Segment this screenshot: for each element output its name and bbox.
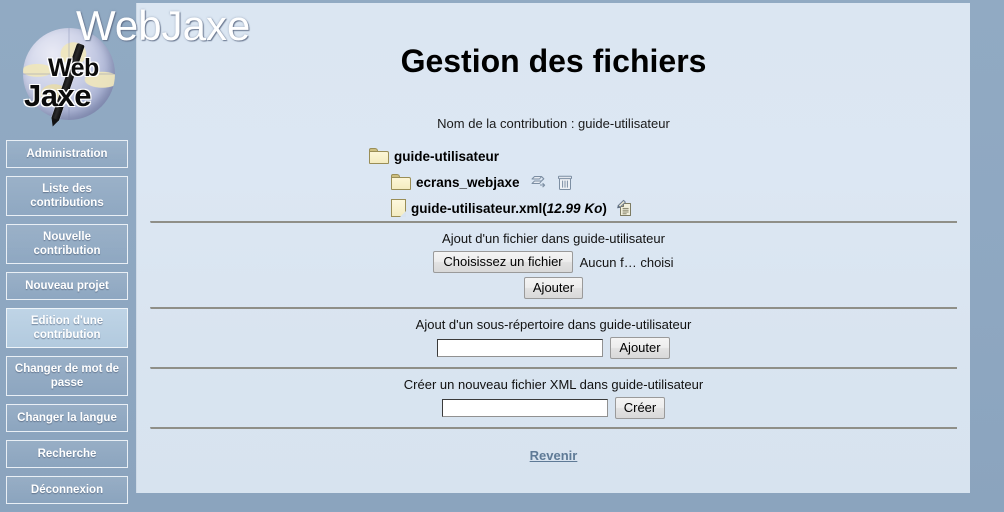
- sidebar-item-label: Recherche: [38, 448, 97, 460]
- tree-row: guide-utilisateur.xml (12.99 Ko): [369, 195, 970, 221]
- add-file-label: Ajout d'un fichier dans guide-utilisateu…: [137, 223, 970, 251]
- add-file-section: Ajout d'un fichier dans guide-utilisateu…: [137, 223, 970, 307]
- file-icon: [391, 199, 406, 217]
- xml-filename-input[interactable]: [442, 399, 608, 417]
- logo-word-jaxe: Jaxe: [24, 78, 91, 114]
- tree-item-label: guide-utilisateur: [394, 149, 499, 164]
- sidebar-item-label: Nouvelle contribution: [33, 231, 100, 257]
- subdirectory-name-input[interactable]: [437, 339, 603, 357]
- back-link[interactable]: Revenir: [530, 448, 578, 463]
- create-xml-section: Créer un nouveau fichier XML dans guide-…: [137, 369, 970, 427]
- sidebar-item-changer-la-langue[interactable]: Changer la langue: [6, 404, 128, 432]
- move-rename-icon[interactable]: [530, 174, 547, 191]
- folder-icon: [369, 148, 389, 164]
- sidebar-item-label: Changer de mot de passe: [15, 363, 119, 389]
- sidebar-item-liste-des-contributions[interactable]: Liste des contributions: [6, 176, 128, 216]
- sidebar-item-label: Edition d'une contribution: [31, 315, 103, 341]
- tree-item-size: (12.99 Ko): [542, 201, 607, 216]
- contribution-name-line: Nom de la contribution : guide-utilisate…: [137, 116, 970, 131]
- back-link-wrapper: Revenir: [137, 429, 970, 465]
- sidebar-item-nouvelle-contribution[interactable]: Nouvelle contribution: [6, 224, 128, 264]
- add-subdirectory-submit-button[interactable]: Ajouter: [610, 337, 669, 359]
- file-chooser-row: Choisissez un fichier Aucun f… choisi: [137, 251, 970, 277]
- sidebar-item-changer-de-mot-de-passe[interactable]: Changer de mot de passe: [6, 356, 128, 396]
- trash-icon[interactable]: [557, 174, 573, 191]
- app-wordmark: WebJaxe: [76, 2, 250, 50]
- sidebar-item-deconnexion[interactable]: Déconnexion: [6, 476, 128, 504]
- tree-row: ecrans_webjaxe: [369, 169, 970, 195]
- sidebar-item-label: Administration: [26, 148, 107, 160]
- choose-file-button[interactable]: Choisissez un fichier: [433, 251, 572, 273]
- tree-row-root: guide-utilisateur: [369, 143, 970, 169]
- sidebar-item-recherche[interactable]: Recherche: [6, 440, 128, 468]
- tree-item-label: guide-utilisateur.xml: [411, 201, 542, 216]
- add-file-submit-button[interactable]: Ajouter: [524, 277, 583, 299]
- file-chooser-status: Aucun f… choisi: [580, 255, 674, 270]
- create-xml-label: Créer un nouveau fichier XML dans guide-…: [137, 369, 970, 397]
- sidebar-item-nouveau-projet[interactable]: Nouveau projet: [6, 272, 128, 300]
- application-window: Web Jaxe Administration Liste des contri…: [0, 0, 1004, 511]
- sidebar-nav: Administration Liste des contributions N…: [6, 140, 128, 512]
- sidebar-item-label: Changer la langue: [17, 412, 117, 424]
- page-title: Gestion des fichiers: [137, 3, 970, 80]
- sidebar-item-label: Nouveau projet: [25, 280, 109, 292]
- file-tree: guide-utilisateur ecrans_webjaxe: [137, 143, 970, 221]
- sidebar-item-edition-dune-contribution[interactable]: Edition d'une contribution: [6, 308, 128, 348]
- add-subdirectory-row: Ajouter: [137, 337, 970, 367]
- sidebar: Web Jaxe Administration Liste des contri…: [0, 0, 136, 511]
- main-content-panel: Gestion des fichiers Nom de la contribut…: [136, 3, 970, 493]
- add-subdirectory-section: Ajout d'un sous-répertoire dans guide-ut…: [137, 309, 970, 367]
- size-close-paren: ): [602, 201, 607, 216]
- sidebar-item-label: Déconnexion: [31, 484, 103, 496]
- folder-icon: [391, 174, 411, 190]
- create-xml-submit-button[interactable]: Créer: [615, 397, 666, 419]
- tree-item-label: ecrans_webjaxe: [416, 175, 520, 190]
- file-size-value: 12.99 Ko: [547, 201, 603, 216]
- sidebar-item-label: Liste des contributions: [30, 183, 103, 209]
- add-subdirectory-label: Ajout d'un sous-répertoire dans guide-ut…: [137, 309, 970, 337]
- create-xml-row: Créer: [137, 397, 970, 427]
- sidebar-item-administration[interactable]: Administration: [6, 140, 128, 168]
- add-file-submit-row: Ajouter: [137, 277, 970, 307]
- edit-document-icon[interactable]: [617, 199, 636, 218]
